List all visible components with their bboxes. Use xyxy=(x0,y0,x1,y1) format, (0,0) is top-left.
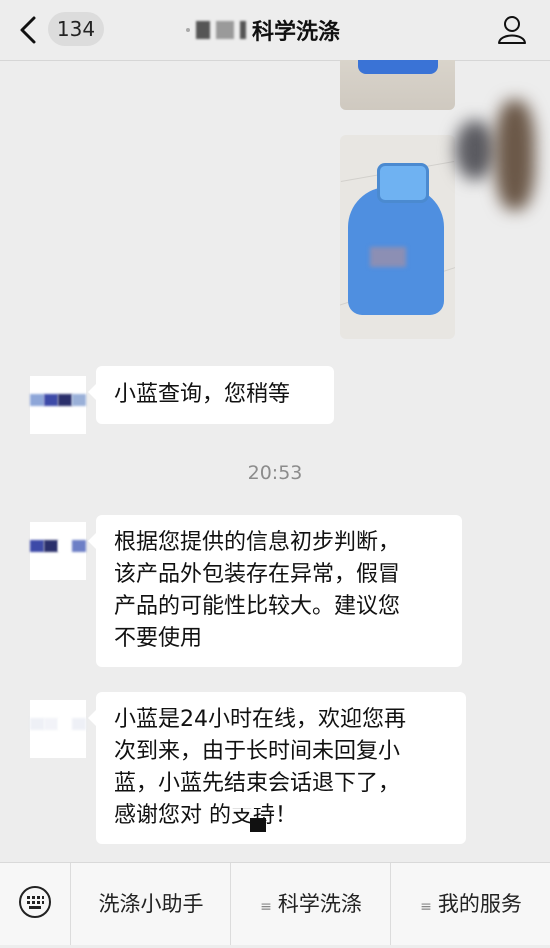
message-line: 蓝，小蓝先结束会话退下了， xyxy=(114,771,401,796)
chat-title-text: 科学洗涤 xyxy=(252,20,341,45)
menu-item-xidi-assistant[interactable]: 洗涤小助手 xyxy=(70,863,231,945)
menu-item-label: 我的服务 xyxy=(437,892,522,916)
sent-photo-cropped[interactable] xyxy=(340,60,455,110)
keyboard-toggle-button[interactable] xyxy=(0,863,70,945)
keyboard-icon xyxy=(19,886,51,918)
menu-lines-icon: ≡ xyxy=(260,899,272,915)
chat-title: 科学洗涤 xyxy=(186,14,340,46)
redaction-mark xyxy=(232,796,268,836)
bot-avatar[interactable] xyxy=(30,522,86,580)
bot-message: 小蓝是24小时在线，欢迎您再 次到来，由于长时间未回复小 蓝，小蓝先结束会话退下… xyxy=(88,692,466,844)
sent-photo-bottle[interactable] xyxy=(340,135,455,339)
message-line: 不要使用 xyxy=(114,626,203,651)
message-line: 感谢您对 的支持！ xyxy=(114,803,297,828)
message-line: 小蓝是24小时在线，欢迎您再 xyxy=(114,707,406,732)
menu-item-my-services[interactable]: ≡ 我的服务 xyxy=(390,863,550,945)
profile-icon[interactable] xyxy=(496,13,528,45)
menu-item-science-wash[interactable]: ≡ 科学洗涤 xyxy=(230,863,391,945)
message-line: 根据您提供的信息初步判断， xyxy=(114,530,401,555)
timestamp: 20:53 xyxy=(247,462,303,484)
bot-message: 根据您提供的信息初步判断， 该产品外包装存在异常，假冒 产品的可能性比较大。建议… xyxy=(88,515,462,667)
redacted-title-prefix xyxy=(186,21,246,39)
chat-header: 134 科学洗涤 xyxy=(0,0,550,61)
menu-item-label: 洗涤小助手 xyxy=(98,892,204,916)
bot-avatar[interactable] xyxy=(30,700,86,758)
message-line: 次到来，由于长时间未回复小 xyxy=(114,739,401,764)
menu-lines-icon: ≡ xyxy=(420,899,432,915)
bottom-menu-bar: 洗涤小助手 ≡ 科学洗涤 ≡ 我的服务 xyxy=(0,862,550,945)
message-line: 产品的可能性比较大。建议您 xyxy=(114,594,401,619)
message-line: 该产品外包装存在异常，假冒 xyxy=(114,562,401,587)
bot-avatar[interactable] xyxy=(30,376,86,434)
menu-item-label: 科学洗涤 xyxy=(277,892,362,916)
bot-message: 小蓝查询，您稍等 xyxy=(88,366,334,424)
user-avatar[interactable] xyxy=(455,100,545,230)
unread-count-badge[interactable]: 134 xyxy=(48,12,104,46)
back-arrow-icon[interactable] xyxy=(14,14,42,46)
